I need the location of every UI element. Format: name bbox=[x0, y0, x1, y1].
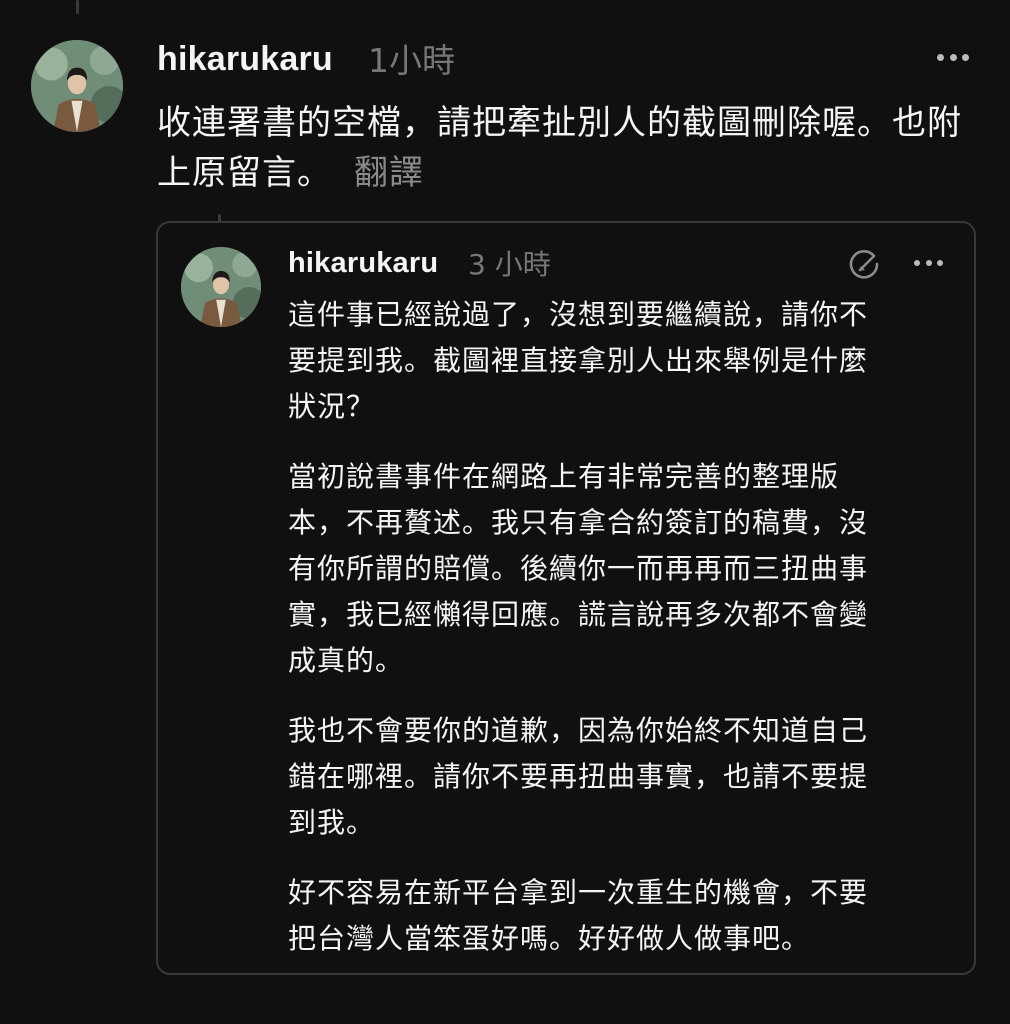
quoted-timestamp: 3 小時 bbox=[468, 248, 551, 281]
post-text: 收連署書的空檔，請把牽扯別人的截圖刪除喔。也附上原留言。 bbox=[157, 103, 962, 193]
quoted-avatar[interactable] bbox=[181, 247, 261, 327]
quoted-more-horizontal-icon[interactable] bbox=[914, 256, 943, 270]
thread-connector-line bbox=[76, 0, 79, 14]
quoted-avatar-image bbox=[181, 247, 261, 327]
more-horizontal-icon[interactable] bbox=[937, 50, 969, 64]
post-body: 收連署書的空檔，請把牽扯別人的截圖刪除喔。也附上原留言。 翻譯 bbox=[157, 98, 987, 198]
avatar[interactable] bbox=[31, 40, 123, 132]
quoted-paragraph-2: 當初說書事件在網路上有非常完善的整理版 本，不再贅述。我只有拿合約簽訂的稿費，沒… bbox=[288, 460, 869, 677]
post-timestamp: 1小時 bbox=[368, 41, 455, 80]
quoted-paragraph-4: 好不容易在新平台拿到一次重生的機會，不要 把台灣人當笨蛋好嗎。好好做人做事吧。 bbox=[288, 876, 869, 955]
quoted-paragraph-3: 我也不會要你的道歉，因為你始終不知道自己 錯在哪裡。請你不要再扭曲事實，也請不要… bbox=[288, 714, 869, 839]
quoted-paragraph-1: 這件事已經說過了，沒想到要繼續說，請你不 要提到我。截圖裡直接拿別人出來舉例是什… bbox=[288, 298, 869, 423]
quoted-post-body: 這件事已經說過了，沒想到要繼續說，請你不 要提到我。截圖裡直接拿別人出來舉例是什… bbox=[288, 292, 948, 986]
threads-reply-screen: hikarukaru 1小時 收連署書的空檔，請把牽扯別人的截圖刪除喔。也附上原… bbox=[0, 0, 1010, 1024]
edit-icon[interactable] bbox=[846, 246, 882, 282]
quoted-username[interactable]: hikarukaru bbox=[288, 243, 438, 283]
translate-link[interactable]: 翻譯 bbox=[354, 153, 424, 193]
post-username[interactable]: hikarukaru bbox=[157, 36, 333, 82]
avatar-image bbox=[31, 40, 123, 132]
